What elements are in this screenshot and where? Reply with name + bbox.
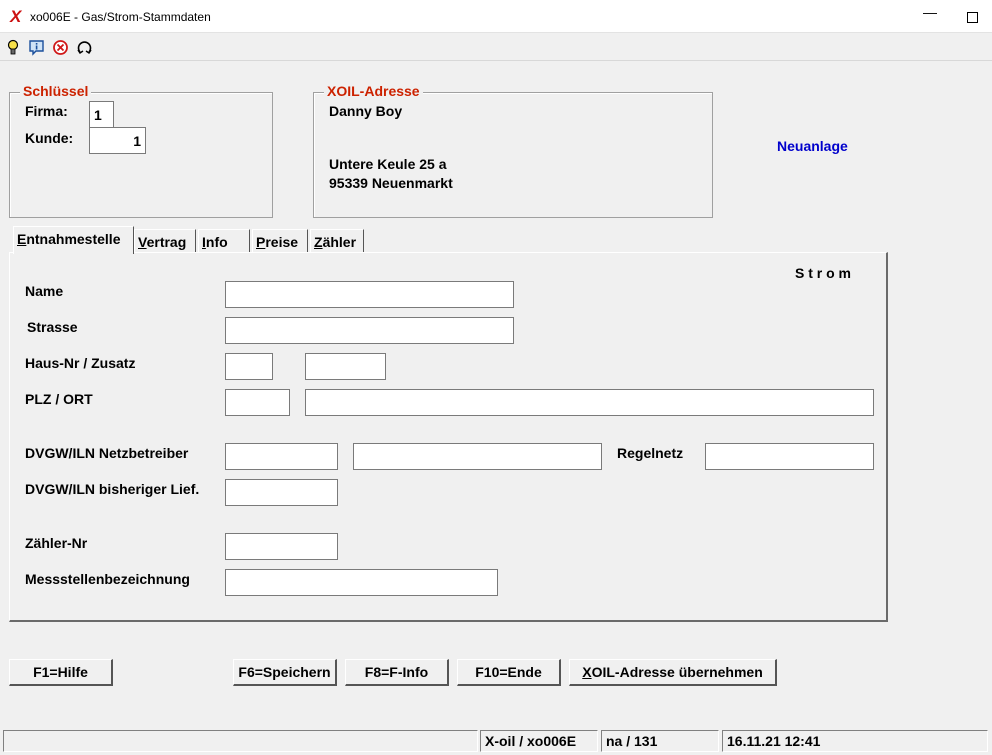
strasse-input[interactable] [225,317,514,344]
firma-input[interactable] [89,101,114,128]
tab-zaehler[interactable]: Zähler [310,229,364,253]
tab-entnahmestelle-hotkey: E [17,231,27,247]
tab-vertrag-hotkey: V [138,234,147,250]
tab-preise-label: reise [265,234,299,250]
schluessel-group: Schlüssel Firma: Kunde: [9,83,273,218]
status-datetime: 16.11.21 12:41 [722,730,988,752]
address-name: Danny Boy [329,103,403,119]
name-input[interactable] [225,281,514,308]
minimize-button[interactable]: — [920,4,940,28]
messstelle-label: Messstellenbezeichnung [25,571,190,587]
lightbulb-icon[interactable] [4,39,21,56]
energy-type-label: S t r o m [795,265,852,281]
cancel-icon[interactable] [52,39,69,56]
tab-entnahmestelle-label: ntnahmestelle [26,231,121,247]
xoil-address-apply-button[interactable]: XOIL-Adresse übernehmen [569,659,777,686]
regelnetz-input[interactable] [705,443,874,470]
messstelle-input[interactable] [225,569,498,596]
plz-input[interactable] [225,389,290,416]
maximize-icon [966,12,978,23]
plz-ort-label: PLZ / ORT [25,391,93,407]
status-program: X-oil / xo006E [480,730,598,752]
dvgw-netzbetreiber-input[interactable] [225,443,338,470]
name-label: Name [25,283,64,299]
help-button[interactable]: F1=Hilfe [9,659,113,686]
dvgw-lieferant-input[interactable] [225,479,338,506]
f-info-button[interactable]: F8=F-Info [345,659,449,686]
dvgw-netzbetreiber-label: DVGW/ILN Netzbetreiber [25,445,189,461]
xoil-button-label: OIL-Adresse übernehmen [591,664,763,680]
exit-button[interactable]: F10=Ende [457,659,561,686]
tab-zaehler-hotkey: Z [314,234,323,250]
schluessel-title: Schlüssel [20,83,92,99]
tab-vertrag[interactable]: Vertrag [134,229,196,253]
window-title: xo006E - Gas/Strom-Stammdaten [30,10,211,24]
status-record: na / 131 [601,730,719,752]
address-street: Untere Keule 25 a [329,156,447,172]
tab-info-label: nfo [205,234,228,250]
tab-panel-entnahmestelle: S t r o m Name Strasse Haus-Nr / Zusatz … [9,252,888,622]
zusatz-input[interactable] [305,353,386,380]
title-bar: X xo006E - Gas/Strom-Stammdaten — [0,0,992,33]
strasse-label: Strasse [27,319,78,335]
hausnr-input[interactable] [225,353,273,380]
tab-preise[interactable]: Preise [252,229,308,253]
regelnetz-label: Regelnetz [617,445,684,461]
tab-vertrag-label: ertrag [146,234,187,250]
xoil-address-group: XOIL-Adresse Danny Boy Untere Keule 25 a… [313,83,713,218]
tab-zaehler-label: ähler [322,234,357,250]
maximize-button[interactable] [962,4,982,28]
exit-icon[interactable] [76,39,93,56]
xoil-address-title: XOIL-Adresse [324,83,423,99]
hausnr-label: Haus-Nr / Zusatz [25,355,136,371]
zaehler-nr-input[interactable] [225,533,338,560]
address-city: 95339 Neuenmarkt [329,175,453,191]
kunde-label: Kunde: [25,130,74,146]
dvgw-lieferant-label: DVGW/ILN bisheriger Lief. [25,481,200,497]
tab-preise-hotkey: P [256,234,266,250]
mode-indicator: Neuanlage [777,138,848,154]
kunde-input[interactable] [89,127,146,154]
save-button[interactable]: F6=Speichern [233,659,337,686]
app-logo: X [10,7,22,26]
info-icon[interactable] [28,39,45,56]
tab-entnahmestelle[interactable]: Entnahmestelle [13,226,134,254]
tab-info[interactable]: Info [198,229,250,253]
xoil-button-hotkey: X [582,664,592,680]
status-message [3,730,478,752]
netzbetreiber-name-input[interactable] [353,443,602,470]
toolbar [0,36,992,61]
firma-label: Firma: [25,103,68,119]
zaehler-nr-label: Zähler-Nr [25,535,88,551]
ort-input[interactable] [305,389,874,416]
